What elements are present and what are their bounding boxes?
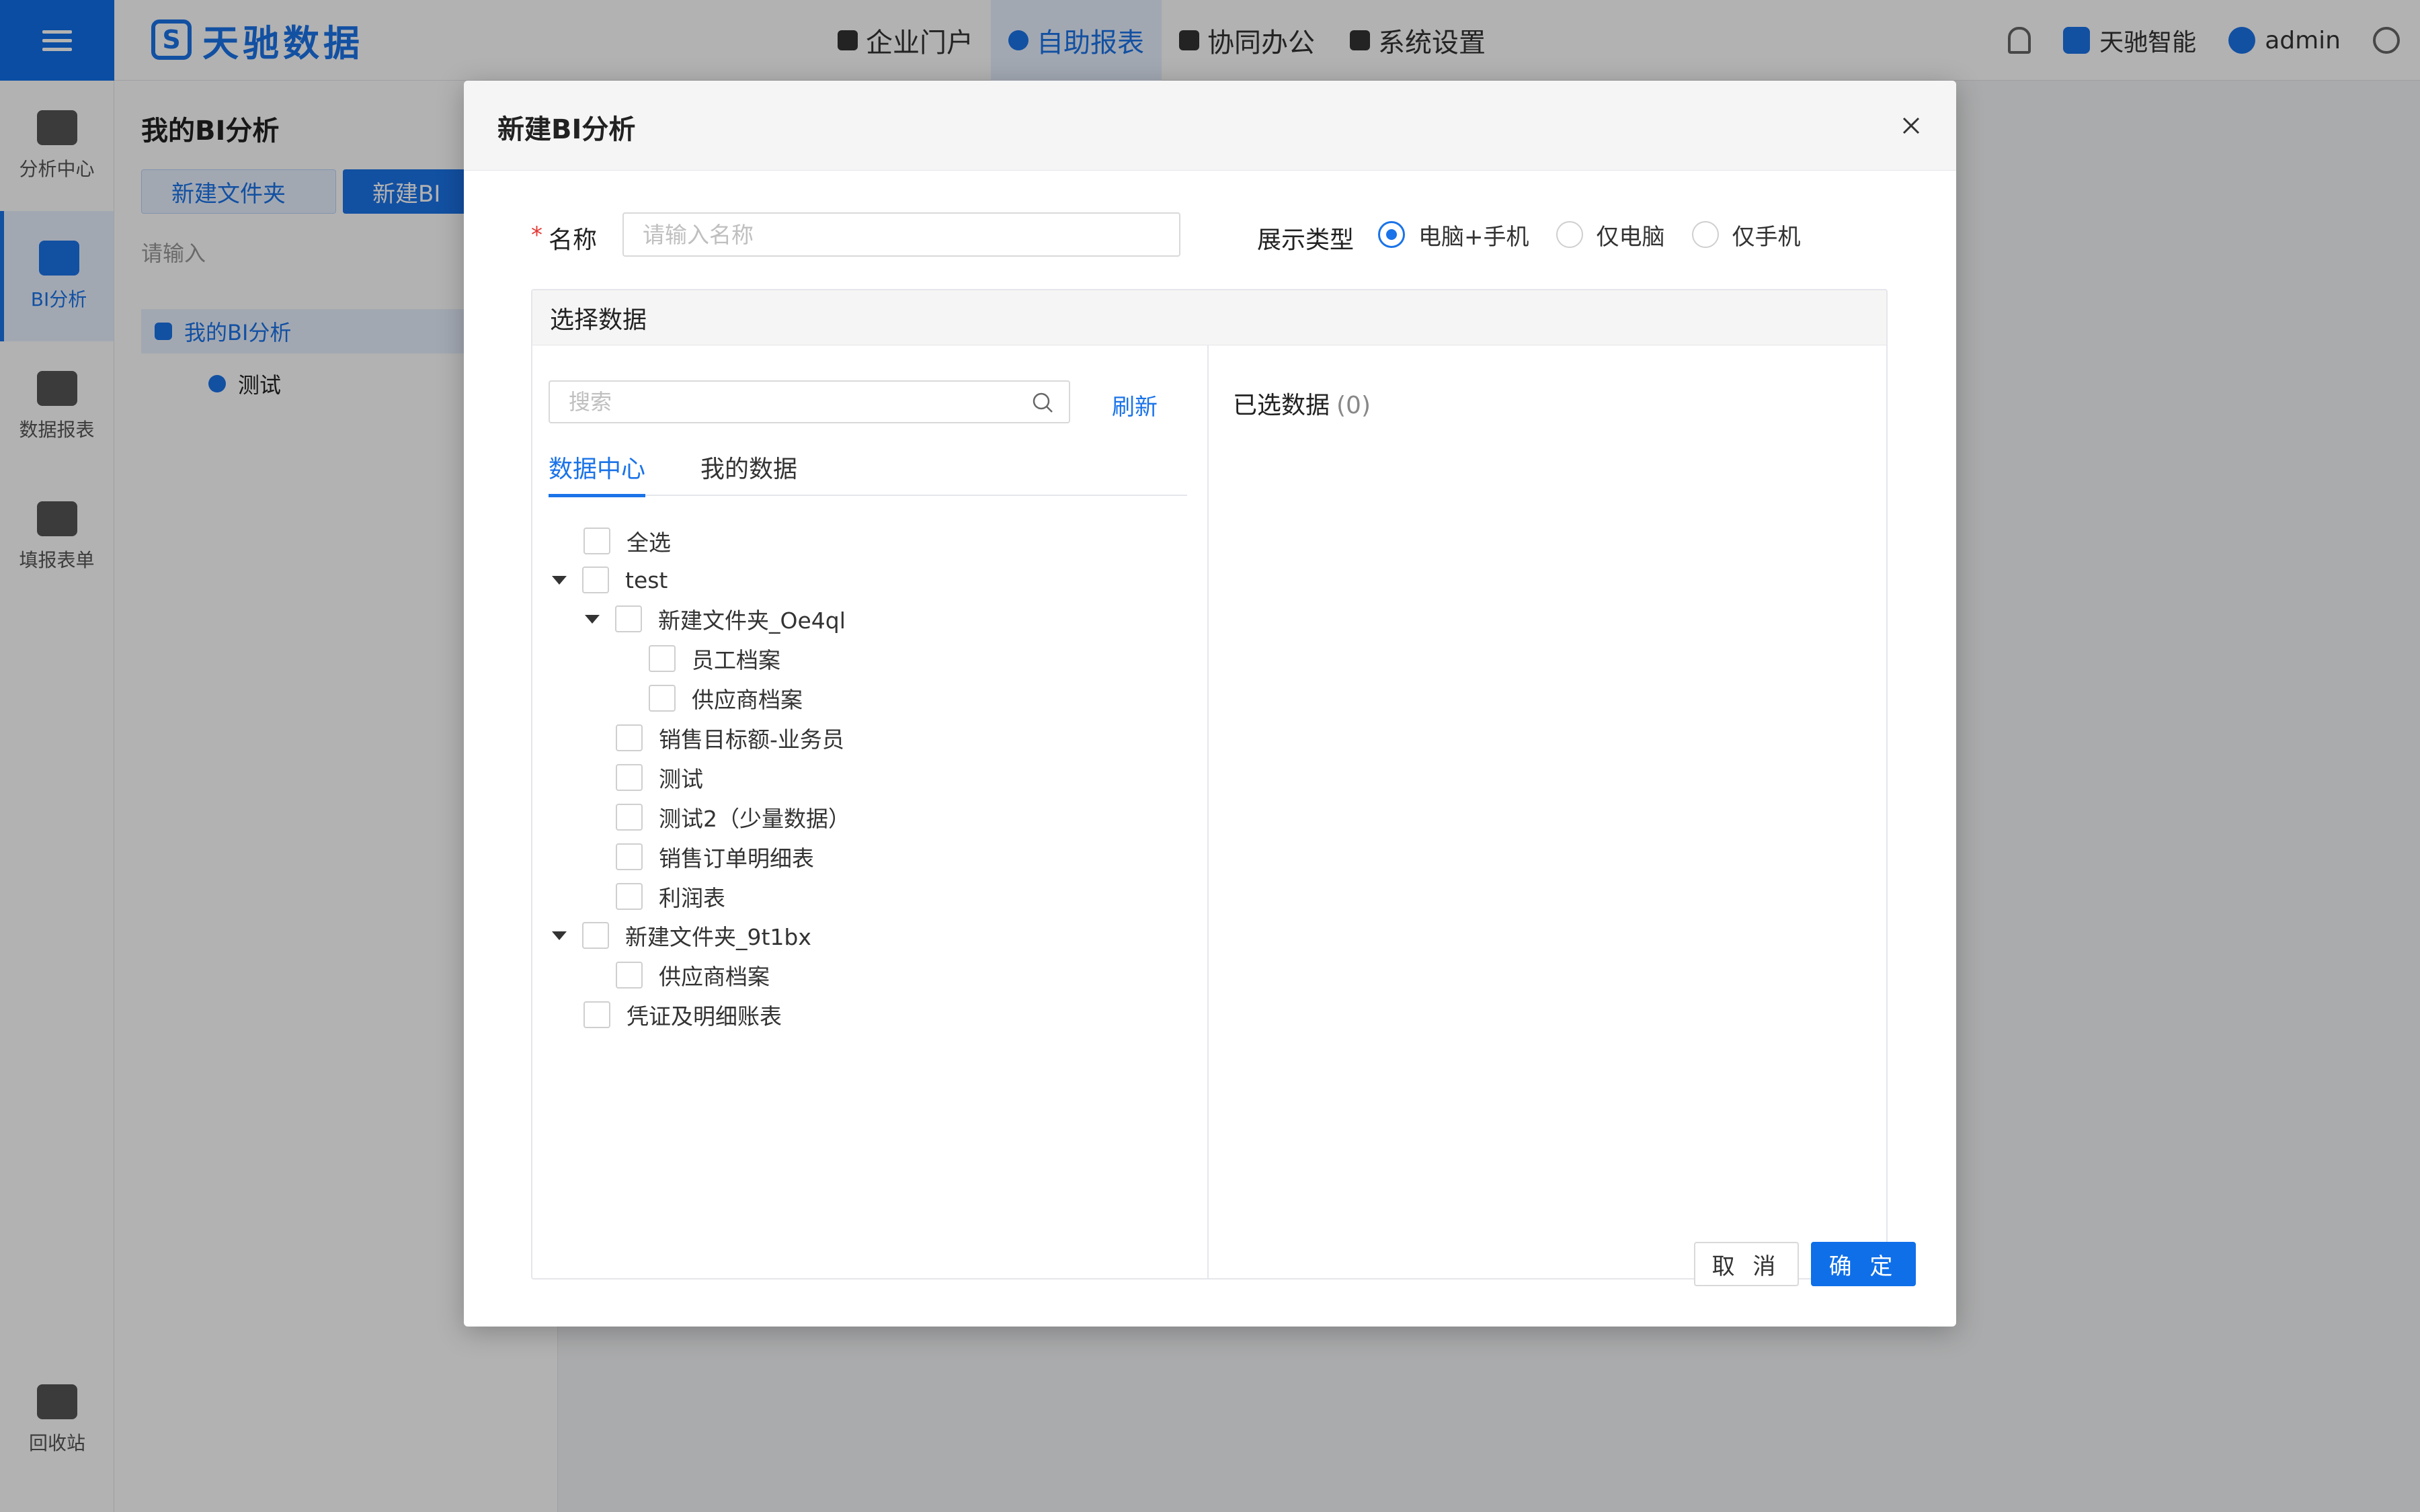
name-label: 名称: [549, 226, 598, 254]
tree-node[interactable]: 利润表: [616, 877, 725, 916]
close-button[interactable]: [1893, 108, 1929, 144]
tree-node[interactable]: 员工档案: [649, 639, 780, 678]
tree-label: 销售订单明细表: [659, 845, 814, 872]
tree-checkbox[interactable]: [582, 922, 609, 949]
select-data-title: 选择数据: [532, 290, 1886, 345]
data-tabs: 数据中心 我的数据: [549, 438, 1187, 497]
close-icon: [1902, 117, 1920, 134]
tree-node[interactable]: test: [553, 560, 668, 599]
caret-down-icon[interactable]: [553, 916, 566, 955]
radio-circle: [1691, 221, 1719, 248]
dialog-title: 新建BI分析: [497, 114, 636, 145]
name-input[interactable]: [622, 212, 1180, 257]
tree-checkbox[interactable]: [583, 1001, 610, 1028]
tree-label: 测试: [659, 766, 703, 792]
tree-label: 销售目标额-业务员: [659, 726, 844, 753]
radio-label: 仅电脑: [1596, 223, 1665, 251]
display-type-radio-group: 电脑+手机 仅电脑 仅手机: [1378, 212, 1828, 257]
tree-node[interactable]: 测试2（少量数据）: [616, 798, 850, 837]
tree-checkbox[interactable]: [616, 883, 643, 910]
tab-my-data[interactable]: 我的数据: [700, 438, 797, 496]
select-all-checkbox[interactable]: [583, 528, 610, 554]
tree-node[interactable]: 凭证及明细账表: [583, 995, 782, 1034]
tree-checkbox[interactable]: [616, 804, 643, 831]
radio-label: 电脑+手机: [1418, 223, 1529, 251]
new-bi-dialog: 新建BI分析 * 名称 展示类型 电脑+手机 仅电脑 仅手机 选择数据 刷新: [464, 81, 1956, 1327]
display-type-label: 展示类型: [1257, 226, 1355, 254]
tree-checkbox[interactable]: [616, 843, 643, 870]
tree-label: 利润表: [659, 885, 725, 911]
form-row: * 名称 展示类型 电脑+手机 仅电脑 仅手机: [464, 212, 1956, 259]
tree-checkbox[interactable]: [616, 764, 643, 791]
refresh-link[interactable]: 刷新: [1112, 388, 1158, 421]
tree-label: 新建文件夹_Oe4ql: [658, 607, 846, 634]
data-search-input[interactable]: [550, 382, 1069, 422]
tree-label: 测试2（少量数据）: [659, 806, 850, 832]
tree-checkbox[interactable]: [649, 645, 676, 672]
tree-label: 凭证及明细账表: [627, 1003, 782, 1030]
tree-node[interactable]: 新建文件夹_9t1bx: [553, 916, 811, 955]
cancel-button[interactable]: 取 消: [1694, 1242, 1799, 1286]
radio-mobile-only[interactable]: 仅手机: [1691, 218, 1801, 251]
tree-label: 供应商档案: [659, 964, 770, 990]
selected-data-pane: 已选数据 (0): [1210, 345, 1886, 1278]
selected-data-label: 已选数据: [1233, 392, 1330, 419]
select-data-box: 选择数据 刷新 数据中心 我的数据 全选: [531, 289, 1888, 1279]
radio-circle: [1378, 221, 1405, 248]
data-search: [549, 380, 1070, 423]
required-mark: *: [531, 222, 542, 249]
tree-checkbox[interactable]: [582, 566, 609, 593]
tree-label: test: [625, 566, 668, 593]
selected-data-title: 已选数据 (0): [1233, 386, 1371, 421]
tab-data-center[interactable]: 数据中心: [549, 438, 646, 497]
tree-node[interactable]: 测试: [616, 758, 703, 797]
tree-node[interactable]: 销售目标额-业务员: [616, 718, 844, 757]
caret-down-icon[interactable]: [553, 560, 566, 599]
caret-down-icon[interactable]: [586, 599, 599, 638]
dialog-header: 新建BI分析: [464, 81, 1956, 171]
tree-label: 供应商档案: [692, 687, 803, 713]
tree-label: 员工档案: [692, 647, 780, 673]
tree-checkbox[interactable]: [616, 962, 643, 989]
tree-select-all[interactable]: 全选: [583, 521, 671, 560]
selected-count: (0): [1336, 392, 1371, 419]
tree-node[interactable]: 销售订单明细表: [616, 837, 814, 876]
data-source-pane: 刷新 数据中心 我的数据 全选 test 新建文件夹_Oe4q: [532, 345, 1209, 1278]
radio-label: 仅手机: [1732, 223, 1801, 251]
tree-checkbox[interactable]: [649, 685, 676, 712]
tree-label: 新建文件夹_9t1bx: [625, 924, 811, 950]
tree-checkbox[interactable]: [616, 724, 643, 751]
search-icon[interactable]: [1031, 391, 1054, 414]
tree-node[interactable]: 供应商档案: [616, 956, 770, 995]
radio-pc-only[interactable]: 仅电脑: [1556, 218, 1665, 251]
tree-label: 全选: [627, 530, 671, 556]
tree-node[interactable]: 新建文件夹_Oe4ql: [586, 599, 846, 638]
tree-checkbox[interactable]: [615, 605, 642, 632]
radio-pc-mobile[interactable]: 电脑+手机: [1378, 218, 1529, 251]
tree-node[interactable]: 供应商档案: [649, 679, 803, 718]
radio-circle: [1556, 221, 1583, 248]
confirm-button[interactable]: 确 定: [1811, 1242, 1916, 1286]
